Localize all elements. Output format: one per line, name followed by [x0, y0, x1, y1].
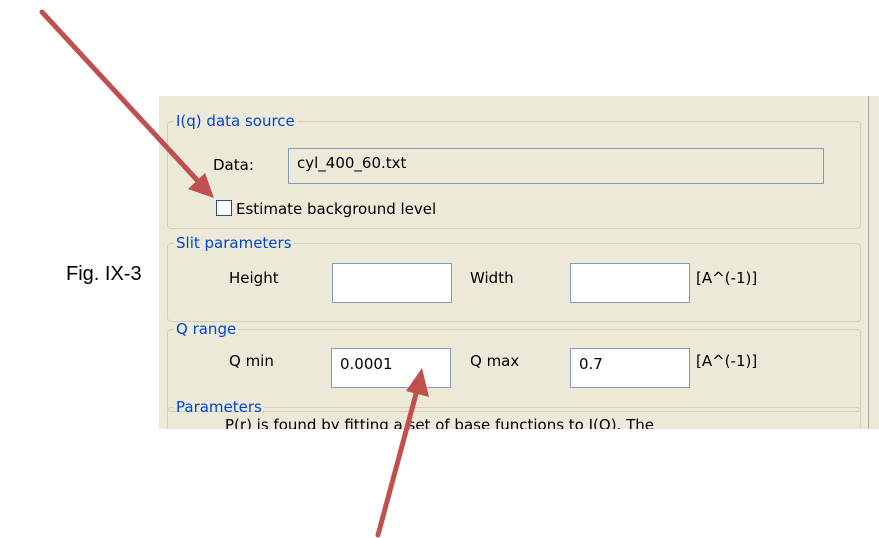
- arrow-to-checkbox: [39, 9, 200, 183]
- annotation-arrows: [39, 9, 429, 538]
- arrowhead-qmin-icon: [406, 368, 429, 397]
- arrow-to-qmin: [375, 391, 419, 538]
